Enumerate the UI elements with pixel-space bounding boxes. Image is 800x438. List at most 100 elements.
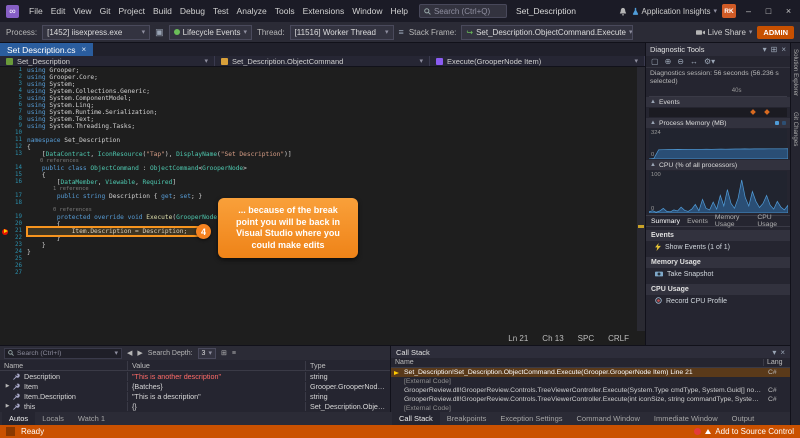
menu-git[interactable]: Git [96, 4, 115, 18]
callstack-frame[interactable]: GrooperReview.dll!GrooperReview.Controls… [391, 395, 790, 404]
settings-gear-icon[interactable]: ⚙▾ [704, 57, 715, 66]
tab-watch-1[interactable]: Watch 1 [71, 412, 112, 425]
breakpoint-margin[interactable] [0, 109, 13, 116]
tab-command-window[interactable]: Command Window [570, 412, 647, 425]
timeline-ruler[interactable]: 40s [649, 88, 787, 97]
stack-frame-dropdown[interactable]: ↪ Set_Description.ObjectCommand.Execute … [461, 25, 633, 40]
minimize-button[interactable]: – [741, 6, 756, 16]
variable-value[interactable]: {} [128, 402, 306, 411]
live-share-button[interactable]: Live Share ▾ [696, 28, 753, 37]
lifecycle-events-button[interactable]: Lifecycle Events ▾ [169, 25, 252, 40]
code-line[interactable]: 2using Grooper.Core; [0, 74, 645, 81]
code-line[interactable]: 7using System.Runtime.Serialization; [0, 109, 645, 116]
tab-breakpoints[interactable]: Breakpoints [440, 412, 494, 425]
breakpoint-margin[interactable] [0, 144, 13, 151]
memory-chart[interactable]: 324 0 [649, 129, 787, 159]
breakpoint-margin[interactable] [0, 235, 13, 242]
autos-row[interactable]: ▶Item{Batches}Grooper.GrooperNode {Gr... [0, 381, 390, 391]
code-line[interactable]: 10 [0, 130, 645, 137]
tab-output[interactable]: Output [725, 412, 762, 425]
menu-view[interactable]: View [69, 4, 95, 18]
diag-tab-events[interactable]: Events [687, 218, 708, 225]
breakpoint-margin[interactable] [0, 263, 13, 270]
code-line[interactable]: 1 reference [0, 186, 645, 193]
breakpoint-margin[interactable] [0, 228, 13, 235]
breadcrumb-seg-0[interactable]: Set_Description▾ [0, 56, 215, 66]
close-panel-icon[interactable]: × [780, 348, 785, 357]
notifications-bell-icon[interactable] [619, 7, 627, 16]
autos-row[interactable]: Item.Description"This is a description"s… [0, 391, 390, 401]
autos-row[interactable]: Description"This is another description"… [0, 371, 390, 381]
diag-tab-summary[interactable]: Summary [651, 218, 680, 225]
document-tab[interactable]: Set Description.cs × [0, 43, 93, 56]
menu-extensions[interactable]: Extensions [299, 4, 349, 18]
application-insights-button[interactable]: Application Insights ▾ [632, 7, 717, 16]
process-dropdown[interactable]: [1452] iisexpress.exe ▾ [42, 25, 150, 40]
code-line[interactable]: 13 [DataContract, IconResource("Tap"), D… [0, 151, 645, 158]
tab-autos[interactable]: Autos [2, 412, 35, 425]
record-cpu-profile-link[interactable]: Record CPU Profile [646, 295, 790, 308]
menu-help[interactable]: Help [386, 4, 411, 18]
breakpoint-margin[interactable] [0, 193, 13, 200]
zoom-out-icon[interactable]: ⊖ [677, 57, 684, 66]
code-line[interactable]: 27 [0, 270, 645, 277]
breakpoint-margin[interactable] [0, 67, 13, 74]
menu-debug[interactable]: Debug [176, 4, 209, 18]
menu-analyze[interactable]: Analyze [233, 4, 271, 18]
breakpoint-margin[interactable] [0, 81, 13, 88]
breakpoint-margin[interactable] [0, 200, 13, 207]
code-line[interactable]: 6using System.Linq; [0, 102, 645, 109]
menu-build[interactable]: Build [149, 4, 176, 18]
toolbar-icon[interactable]: ▣ [155, 27, 164, 38]
thread-dropdown[interactable]: [11516] Worker Thread ▾ [290, 25, 394, 40]
cpu-chart[interactable]: 100 0 [649, 171, 787, 213]
code-line[interactable]: 14 public class ObjectCommand : ObjectCo… [0, 165, 645, 172]
code-line[interactable]: 3using System; [0, 81, 645, 88]
search-back-icon[interactable]: ◀ [127, 349, 132, 357]
breakpoint-margin[interactable] [0, 207, 13, 214]
breakpoint-margin[interactable] [0, 165, 13, 172]
menu-file[interactable]: File [25, 4, 47, 18]
zoom-in-icon[interactable]: ⊕ [665, 57, 672, 66]
breakpoint-margin[interactable] [0, 158, 13, 165]
code-line[interactable]: 9using System.Threading.Tasks; [0, 123, 645, 130]
breakpoint-margin[interactable] [0, 130, 13, 137]
autos-options-icon[interactable]: ⊞ [221, 349, 227, 357]
code-line[interactable]: 4using System.Collections.Generic; [0, 88, 645, 95]
maximize-button[interactable]: □ [761, 6, 776, 16]
breakpoint-margin[interactable] [0, 172, 13, 179]
breakpoint-margin[interactable] [0, 123, 13, 130]
diag-tab-memory-usage[interactable]: Memory Usage [715, 214, 750, 228]
tab-solution-explorer[interactable]: Solution Explorer [792, 49, 799, 96]
column-name[interactable]: Name [0, 361, 128, 370]
breadcrumb-seg-1[interactable]: Set_Description.ObjectCommand▾ [215, 56, 430, 66]
close-panel-icon[interactable]: × [781, 45, 786, 54]
memory-section-header[interactable]: ▲ Process Memory (MB) [646, 118, 790, 128]
callstack-frame[interactable]: Set_Description!Set_Description.ObjectCo… [391, 368, 790, 377]
menu-tools[interactable]: Tools [271, 4, 299, 18]
close-tab-icon[interactable]: × [82, 45, 87, 54]
take-snapshot-link[interactable]: Take Snapshot [646, 268, 790, 281]
breakpoint-margin[interactable] [0, 242, 13, 249]
user-avatar[interactable]: RK [722, 4, 736, 18]
tab-immediate-window[interactable]: Immediate Window [647, 412, 725, 425]
code-line[interactable]: 5using System.ComponentModel; [0, 95, 645, 102]
close-button[interactable]: × [781, 6, 796, 16]
code-line[interactable]: 15 { [0, 172, 645, 179]
add-to-source-control-button[interactable]: Add to Source Control [715, 427, 794, 436]
column-type[interactable]: Type [306, 361, 390, 370]
menu-project[interactable]: Project [115, 4, 149, 18]
breakpoint-margin[interactable] [0, 74, 13, 81]
tab-call-stack[interactable]: Call Stack [392, 412, 440, 425]
variable-value[interactable]: "This is another description" [128, 372, 306, 381]
reset-view-icon[interactable]: ↔ [690, 57, 698, 66]
code-line[interactable]: 16 [DataMember, Viewable, Required] [0, 179, 645, 186]
variable-value[interactable]: {Batches} [128, 382, 306, 391]
admin-badge[interactable]: ADMIN [757, 26, 794, 39]
autos-search-input[interactable]: Search (Ctrl+I) ▾ [4, 348, 122, 359]
code-line[interactable]: 8using System.Text; [0, 116, 645, 123]
show-events-1-of-1--link[interactable]: Show Events (1 of 1) [646, 241, 790, 254]
breakpoint-margin[interactable] [0, 88, 13, 95]
tab-git-changes[interactable]: Git Changes [792, 112, 799, 146]
breakpoint-margin[interactable] [0, 179, 13, 186]
